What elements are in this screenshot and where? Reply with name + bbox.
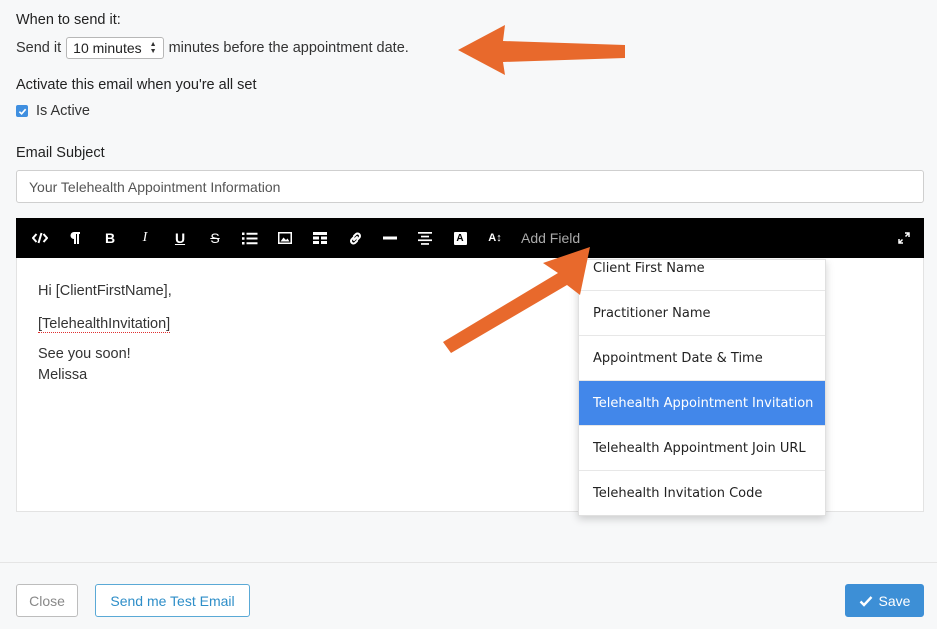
- strikethrough-icon[interactable]: S: [201, 224, 229, 252]
- body-line-invitation: [TelehealthInvitation]: [38, 316, 171, 333]
- align-icon[interactable]: [411, 224, 439, 252]
- table-icon[interactable]: [306, 224, 334, 252]
- send-test-email-button[interactable]: Send me Test Email: [95, 584, 250, 617]
- select-spinner-icon: ▲ ▼: [149, 41, 157, 55]
- font-color-label: A: [453, 231, 467, 245]
- menu-item-telehealth-join-url[interactable]: Telehealth Appointment Join URL: [579, 426, 825, 471]
- menu-item-client-first-name[interactable]: Client First Name: [579, 260, 825, 291]
- activation-heading: Activate this email when you're all set: [16, 77, 257, 93]
- code-view-icon[interactable]: [26, 224, 54, 252]
- paragraph-icon[interactable]: [61, 224, 89, 252]
- menu-item-telehealth-invitation-code[interactable]: Telehealth Invitation Code: [579, 471, 825, 515]
- underline-icon[interactable]: U: [166, 224, 194, 252]
- subject-heading: Email Subject: [16, 145, 105, 161]
- interval-select-value: 10 minutes: [73, 40, 142, 56]
- italic-icon[interactable]: I: [131, 224, 159, 252]
- schedule-suffix: minutes before the appointment date.: [168, 40, 409, 56]
- schedule-heading: When to send it:: [16, 12, 121, 28]
- checkmark-icon: [859, 595, 872, 607]
- menu-item-practitioner-name[interactable]: Practitioner Name: [579, 291, 825, 336]
- link-icon[interactable]: [341, 224, 369, 252]
- image-icon[interactable]: [271, 224, 299, 252]
- interval-select[interactable]: 10 minutes ▲ ▼: [66, 37, 164, 59]
- is-active-label: Is Active: [36, 103, 90, 119]
- unordered-list-icon[interactable]: [236, 224, 264, 252]
- body-line-closing: See you soon!: [38, 346, 131, 362]
- body-line-greeting: Hi [ClientFirstName],: [38, 283, 172, 299]
- bold-icon[interactable]: B: [96, 224, 124, 252]
- add-field-menu: Client First Name Practitioner Name Appo…: [578, 259, 826, 516]
- add-field-dropdown[interactable]: Add Field: [521, 230, 580, 246]
- font-size-icon[interactable]: A↕: [481, 224, 509, 252]
- close-button[interactable]: Close: [16, 584, 78, 617]
- subject-input[interactable]: [16, 170, 924, 203]
- invitation-placeholder: [TelehealthInvitation]: [38, 316, 171, 333]
- is-active-row: Is Active: [16, 103, 90, 119]
- schedule-prefix: Send it: [16, 40, 62, 56]
- font-color-icon[interactable]: A: [446, 224, 474, 252]
- body-line-signature: Melissa: [38, 367, 88, 383]
- modal-footer: Close Send me Test Email Save: [0, 562, 937, 629]
- editor-toolbar: B I U S A A↕ Add Field: [16, 218, 924, 258]
- save-button-label: Save: [878, 592, 911, 609]
- annotation-arrow-icon: [458, 25, 625, 75]
- schedule-row: Send it 10 minutes ▲ ▼ minutes before the…: [16, 37, 409, 59]
- save-button[interactable]: Save: [845, 584, 924, 617]
- menu-item-telehealth-invitation[interactable]: Telehealth Appointment Invitation: [579, 381, 825, 426]
- horizontal-rule-icon[interactable]: [376, 224, 404, 252]
- menu-item-appointment-date-time[interactable]: Appointment Date & Time: [579, 336, 825, 381]
- fullscreen-icon[interactable]: [894, 228, 914, 248]
- checkmark-icon: [18, 108, 26, 115]
- is-active-checkbox[interactable]: [16, 105, 28, 117]
